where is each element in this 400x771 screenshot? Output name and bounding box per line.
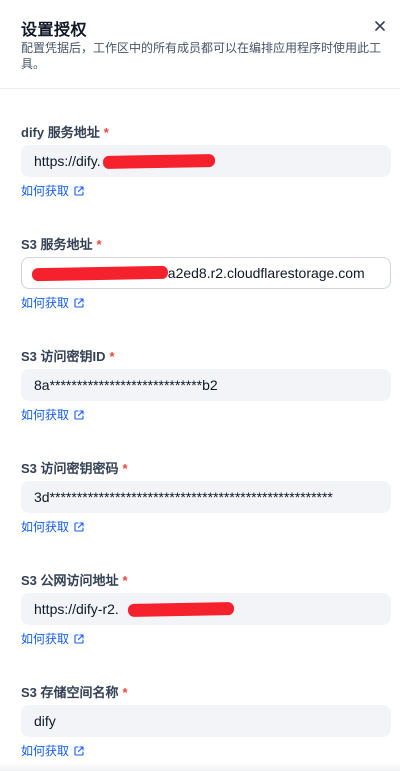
required-marker: * — [96, 237, 102, 252]
redaction-mark — [31, 265, 169, 282]
field-label-s3-public-url: S3 公网访问地址 * — [21, 570, 128, 589]
dify-url-value: https://dify. — [34, 153, 101, 169]
help-link-s3-secret-key[interactable]: 如何获取 — [21, 518, 85, 535]
redaction-mark — [127, 602, 235, 617]
auth-settings-panel: 设置授权 配置凭据后，工作区中的所有成员都可以在编排应用程序时使用此工具。 di… — [0, 0, 400, 771]
dialog-header: 设置授权 配置凭据后，工作区中的所有成员都可以在编排应用程序时使用此工具。 — [0, 0, 400, 89]
external-link-icon — [74, 185, 84, 196]
field-label-s3-endpoint: S3 服务地址 * — [21, 234, 102, 253]
external-link-icon — [74, 745, 84, 756]
help-link-s3-endpoint[interactable]: 如何获取 — [21, 294, 85, 311]
redaction-mark — [102, 154, 216, 169]
field-label-text: S3 服务地址 — [21, 237, 93, 252]
field-label-text: S3 访问密钥ID — [21, 349, 106, 364]
bottom-fade — [0, 763, 400, 771]
field-label-text: S3 公网访问地址 — [21, 573, 119, 588]
dialog-title: 设置授权 — [21, 22, 88, 39]
field-label-dify-url: dify 服务地址 * — [21, 122, 109, 141]
required-marker: * — [122, 685, 128, 700]
s3-access-key-id-value: 8a****************************b2 — [34, 377, 218, 393]
field-label-text: dify 服务地址 — [21, 125, 100, 140]
help-link-s3-bucket[interactable]: 如何获取 — [21, 742, 85, 759]
field-label-s3-secret-key: S3 访问密钥密码 * — [21, 458, 128, 477]
s3-endpoint-value: 6a2ed8.r2.cloudflarestorage.com — [160, 265, 365, 281]
required-marker: * — [122, 461, 128, 476]
required-marker: * — [103, 125, 109, 140]
help-link-text: 如何获取 — [21, 296, 70, 310]
help-link-text: 如何获取 — [21, 408, 70, 422]
field-label-text: S3 存储空间名称 — [21, 685, 119, 700]
s3-bucket-value: dify — [34, 713, 56, 729]
dialog-description: 配置凭据后，工作区中的所有成员都可以在编排应用程序时使用此工具。 — [21, 41, 382, 71]
field-label-text: S3 访问密钥密码 — [21, 461, 119, 476]
help-link-text: 如何获取 — [21, 184, 70, 198]
close-button[interactable] — [370, 16, 390, 36]
required-marker: * — [122, 573, 128, 588]
help-link-text: 如何获取 — [21, 520, 70, 534]
help-link-s3-access-key-id[interactable]: 如何获取 — [21, 406, 85, 423]
external-link-icon — [74, 297, 84, 308]
field-label-s3-bucket: S3 存储空间名称 * — [21, 682, 128, 701]
help-link-s3-public-url[interactable]: 如何获取 — [21, 630, 85, 647]
help-link-text: 如何获取 — [21, 744, 70, 758]
s3-bucket-input[interactable]: dify — [21, 705, 391, 737]
close-icon — [375, 21, 385, 31]
external-link-icon — [74, 633, 84, 644]
external-link-icon — [74, 521, 84, 532]
s3-access-key-id-input[interactable]: 8a****************************b2 — [21, 369, 391, 401]
s3-secret-key-value: 3d**************************************… — [34, 489, 333, 505]
required-marker: * — [109, 349, 115, 364]
help-link-dify-url[interactable]: 如何获取 — [21, 182, 85, 199]
s3-public-url-value: https://dify-r2. — [34, 601, 119, 617]
s3-secret-key-input[interactable]: 3d**************************************… — [21, 481, 391, 513]
help-link-text: 如何获取 — [21, 632, 70, 646]
field-label-s3-access-key-id: S3 访问密钥ID * — [21, 346, 115, 365]
external-link-icon — [74, 409, 84, 420]
